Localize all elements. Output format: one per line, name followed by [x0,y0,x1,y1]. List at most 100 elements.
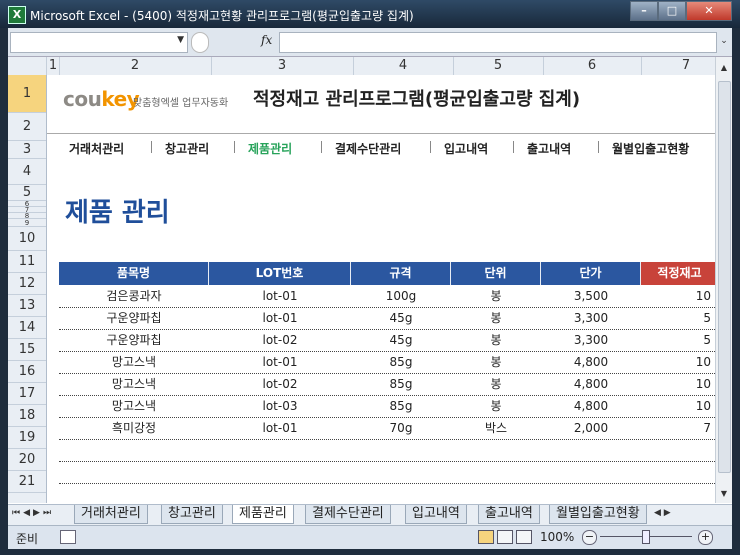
table-cell[interactable]: lot-02 [209,373,351,395]
row-header[interactable]: 3 [8,141,46,159]
table-cell[interactable]: 3,300 [541,329,641,351]
row-header[interactable]: 9 [8,219,46,227]
close-button[interactable]: ✕ [686,1,732,21]
zoom-slider-thumb[interactable] [642,530,650,544]
excel-app-icon[interactable]: X [8,6,26,24]
table-cell[interactable]: 2,000 [541,417,641,439]
table-cell[interactable]: 10 [641,285,711,307]
expand-formula-bar-icon[interactable]: ⌄ [718,32,730,51]
sheet-tab[interactable]: 월별입출고현황 [549,505,647,524]
zoom-level[interactable]: 100% [540,530,574,544]
row-header[interactable]: 14 [8,317,46,339]
table-row[interactable]: 망고스낵 lot-01 85g 봉 4,800 10 [59,351,716,374]
table-cell[interactable]: 봉 [451,329,541,351]
zoom-out-icon[interactable]: − [582,530,597,545]
table-cell[interactable]: 봉 [451,307,541,329]
table-cell[interactable]: 구운양파칩 [59,329,209,351]
zoom-in-icon[interactable]: + [698,530,713,545]
row-header[interactable]: 20 [8,449,46,471]
table-cell[interactable]: lot-01 [209,417,351,439]
sheet-tab[interactable]: 입고내역 [405,505,467,524]
normal-view-icon[interactable] [478,530,494,544]
row-header[interactable]: 18 [8,405,46,427]
sheet-tab[interactable]: 결제수단관리 [305,505,391,524]
nav-item[interactable]: 월별입출고현황 [612,140,689,157]
table-cell[interactable]: 검은콩과자 [59,285,209,307]
column-header[interactable]: 5 [453,57,544,75]
table-cell[interactable]: 7 [641,417,711,439]
scroll-up-icon[interactable]: ▲ [718,63,730,75]
table-row[interactable]: 검은콩과자 lot-01 100g 봉 3,500 10 [59,285,716,308]
table-cell[interactable]: 망고스낵 [59,373,209,395]
insert-function-icon[interactable]: fx [261,33,272,47]
row-header[interactable]: 15 [8,339,46,361]
row-header[interactable]: 21 [8,471,46,493]
table-cell[interactable]: 봉 [451,285,541,307]
table-cell[interactable]: 45g [351,307,451,329]
table-cell[interactable]: 망고스낵 [59,351,209,373]
sheet-tab[interactable]: 창고관리 [161,505,223,524]
table-cell[interactable]: 10 [641,373,711,395]
maximize-button[interactable]: □ [658,1,686,21]
table-cell[interactable]: lot-01 [209,351,351,373]
table-cell[interactable]: lot-02 [209,329,351,351]
scroll-down-icon[interactable]: ▼ [718,489,730,501]
table-cell[interactable]: 봉 [451,373,541,395]
sheet-tab[interactable]: 출고내역 [478,505,540,524]
name-box-dropdown-icon[interactable]: ▼ [177,35,184,45]
sheet-tab[interactable]: 거래처관리 [74,505,148,524]
row-header[interactable]: 5 [8,185,46,201]
table-row[interactable] [59,439,716,462]
vertical-scrollbar[interactable]: ▲ ▼ [715,57,732,503]
table-cell[interactable]: 박스 [451,417,541,439]
row-header[interactable]: 19 [8,427,46,449]
column-header[interactable]: 3 [211,57,354,75]
table-row[interactable] [59,483,716,503]
table-cell[interactable]: 망고스낵 [59,395,209,417]
table-cell[interactable]: 70g [351,417,451,439]
table-cell[interactable]: 봉 [451,351,541,373]
table-cell[interactable]: 3,300 [541,307,641,329]
table-row[interactable]: 망고스낵 lot-03 85g 봉 4,800 10 [59,395,716,418]
select-all-corner[interactable] [8,57,47,75]
table-cell[interactable]: 100g [351,285,451,307]
nav-item[interactable]: 제품관리 [248,140,292,157]
vertical-scroll-thumb[interactable] [718,81,731,473]
table-cell[interactable]: 5 [641,307,711,329]
table-row[interactable]: 구운양파칩 lot-01 45g 봉 3,300 5 [59,307,716,330]
nav-item[interactable]: 출고내역 [527,140,571,157]
table-cell[interactable]: 3,500 [541,285,641,307]
formula-input[interactable] [279,32,717,53]
table-cell[interactable]: 흑미강정 [59,417,209,439]
table-row[interactable]: 흑미강정 lot-01 70g 박스 2,000 7 [59,417,716,440]
row-header[interactable]: 4 [8,159,46,185]
table-cell[interactable]: 4,800 [541,351,641,373]
row-header[interactable]: 17 [8,383,46,405]
row-header[interactable]: 12 [8,273,46,295]
table-cell[interactable]: lot-03 [209,395,351,417]
row-header[interactable]: 2 [8,113,46,141]
name-box[interactable]: ▼ [10,32,188,53]
table-cell[interactable]: 4,800 [541,395,641,417]
table-row[interactable]: 구운양파칩 lot-02 45g 봉 3,300 5 [59,329,716,352]
nav-item[interactable]: 거래처관리 [69,140,124,157]
table-cell[interactable]: 구운양파칩 [59,307,209,329]
nav-item[interactable]: 입고내역 [444,140,488,157]
formula-bar-handle[interactable] [191,32,209,53]
minimize-button[interactable]: – [630,1,658,21]
sheet-tab[interactable]: 제품관리 [232,505,294,524]
table-row[interactable]: 망고스낵 lot-02 85g 봉 4,800 10 [59,373,716,396]
worksheet[interactable]: coukey 맞춤형엑셀 업무자동화 적정재고 관리프로그램(평균입출고량 집계… [47,75,716,503]
sheet-nav-arrows-icon[interactable]: ⏮◀▶⏭ [12,508,54,518]
row-header[interactable]: 16 [8,361,46,383]
row-header[interactable]: 10 [8,227,46,251]
nav-item[interactable]: 창고관리 [165,140,209,157]
table-cell[interactable]: 5 [641,329,711,351]
table-cell[interactable]: 10 [641,351,711,373]
table-cell[interactable]: 85g [351,373,451,395]
table-cell[interactable]: 봉 [451,395,541,417]
row-header[interactable]: 13 [8,295,46,317]
table-cell[interactable]: lot-01 [209,307,351,329]
column-header[interactable]: 2 [59,57,212,75]
page-break-view-icon[interactable] [516,530,532,544]
